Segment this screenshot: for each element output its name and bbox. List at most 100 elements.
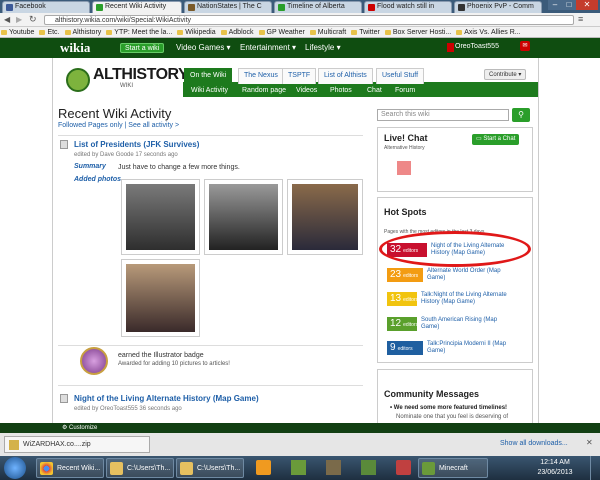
portrait-image [126, 184, 195, 250]
tab-the-nexus[interactable]: The Nexus [238, 68, 284, 84]
nav-entertainment[interactable]: Entertainment ▾ [240, 43, 296, 52]
app-icon[interactable] [396, 460, 411, 475]
tab-on-the-wiki[interactable]: On the Wiki [184, 68, 233, 84]
added-photo[interactable] [287, 179, 363, 255]
tab-label: NationStates | The C [197, 3, 262, 10]
clock-time[interactable]: 12:14 AM [525, 459, 585, 466]
hot-spot-link[interactable]: Alternate World Order (Map Game) [427, 268, 517, 282]
back-icon[interactable]: ◀ [4, 15, 10, 24]
badge-text: earned the Illustrator badge [118, 352, 204, 359]
page-edit-icon [60, 394, 68, 403]
activity-title-link[interactable]: List of Presidents (JFK Survives) [74, 140, 199, 149]
clock-date[interactable]: 23/06/2013 [525, 469, 585, 476]
subnav-chat[interactable]: Chat [367, 87, 382, 94]
subnav-videos[interactable]: Videos [296, 87, 317, 94]
nav-lifestyle[interactable]: Lifestyle ▾ [305, 43, 341, 52]
tab-flood-watch[interactable]: Flood watch still in [364, 1, 452, 13]
gear-icon: ⚙ [62, 425, 70, 431]
tab-label: Recent Wiki Activity [105, 3, 167, 10]
maximize-button[interactable]: □ [562, 0, 576, 10]
tab-phoenix-pvp[interactable]: Phoenix PvP - Comm [454, 1, 542, 13]
illustrator-badge-icon[interactable] [80, 347, 108, 375]
search-button[interactable]: ⚲ [512, 108, 530, 122]
taskbar-explorer-1[interactable]: C:\Users\Th... [106, 458, 174, 478]
bookmark-item[interactable]: Etc. [38, 27, 63, 37]
bookmark-item[interactable]: Wikipedia [176, 27, 219, 37]
subnav-forum[interactable]: Forum [395, 87, 415, 94]
reload-icon[interactable]: ↻ [29, 14, 37, 25]
bookmark-item[interactable]: GP Weather [258, 27, 309, 37]
portrait-image [126, 264, 195, 332]
close-window-button[interactable]: ✕ [576, 0, 598, 10]
download-item[interactable]: WiZARDHAX.co....zip [4, 436, 150, 453]
bookmark-item[interactable]: Twitter [350, 27, 384, 37]
username-link[interactable]: OreoToast555 [455, 43, 499, 50]
chat-user-avatar[interactable] [397, 161, 411, 175]
hot-spot-link[interactable]: Talk:Principia Moderni II (Map Game) [427, 341, 517, 355]
divider [58, 135, 363, 136]
nationstates-icon [188, 4, 195, 11]
tab-useful-stuff[interactable]: Useful Stuff [376, 68, 425, 84]
chat-subtitle: Alternative History [384, 145, 425, 151]
hot-spot-count: 9 editors [387, 341, 423, 355]
tab-recent-wiki-activity[interactable]: Recent Wiki Activity [92, 1, 182, 13]
althistory-globe-logo[interactable] [66, 68, 90, 92]
start-chat-button[interactable]: ▭ Start a Chat [472, 134, 520, 145]
activity-title-link[interactable]: Night of the Living Alternate History (M… [74, 394, 259, 403]
folder-icon [180, 462, 193, 475]
bookmark-item[interactable]: Althistory [64, 27, 106, 37]
media-player-icon[interactable] [256, 460, 271, 475]
bookmark-item[interactable]: Multicraft [309, 27, 350, 37]
minimize-button[interactable]: – [548, 0, 562, 10]
close-downloads-icon[interactable]: ✕ [586, 438, 593, 447]
minecraft-icon[interactable] [291, 460, 306, 475]
taskbar-chrome[interactable]: Recent Wiki... [36, 458, 104, 478]
nav-label: Entertainment [240, 43, 290, 52]
taskbar-explorer-2[interactable]: C:\Users\Th... [176, 458, 244, 478]
avatar[interactable] [447, 43, 454, 52]
tab-list-of-althists[interactable]: List of Althists [318, 68, 373, 84]
contribute-label: Contribute [489, 72, 517, 78]
menu-icon[interactable]: ≡ [578, 14, 583, 24]
start-wiki-button[interactable]: Start a wiki [120, 43, 165, 53]
show-all-downloads-link[interactable]: Show all downloads... [500, 440, 568, 447]
subnav-wiki-activity[interactable]: Wiki Activity [191, 87, 228, 94]
bookmark-item[interactable]: YTP: Meet the la... [105, 27, 176, 37]
community-message: • We need some more featured timelines! [390, 405, 508, 411]
minecraft-launcher-icon[interactable] [326, 460, 341, 475]
taskbar-minecraft[interactable]: Minecraft [418, 458, 488, 478]
show-desktop-button[interactable] [590, 456, 600, 480]
bookmark-item[interactable]: Box Server Hosti... [384, 27, 455, 37]
added-photo[interactable] [121, 179, 200, 255]
tab-timeline[interactable]: Timeline of Alberta [274, 1, 362, 13]
bookmark-item[interactable]: Youtube [0, 27, 38, 37]
server-icon[interactable] [361, 460, 376, 475]
search-input[interactable]: Search this wiki [377, 109, 509, 121]
portrait-image [209, 184, 278, 250]
wikia-logo[interactable]: wikia [60, 40, 90, 56]
activity-filter-links[interactable]: Followed Pages only | See all activity > [58, 122, 179, 129]
bookmark-item[interactable]: Adblock [220, 27, 258, 37]
customize-link[interactable]: ⚙ Customize [62, 424, 97, 431]
nav-video-games[interactable]: Video Games ▾ [176, 43, 231, 52]
forward-icon[interactable]: ▶ [16, 15, 22, 24]
notifications-icon[interactable]: ✉ [520, 41, 530, 51]
hot-spot-link[interactable]: South American Rising (Map Game) [421, 317, 511, 331]
bookmark-item[interactable]: Axis Vs. Allies R... [455, 27, 524, 37]
tab-nationstates[interactable]: NationStates | The C [184, 1, 272, 13]
address-input[interactable]: althistory.wikia.com/wiki/Special:WikiAc… [44, 15, 574, 25]
editor-count: 13 [390, 293, 402, 304]
editors-label: editors [403, 297, 419, 303]
tab-facebook[interactable]: Facebook [2, 1, 90, 13]
contribute-button[interactable]: Contribute ▾ [484, 69, 527, 80]
hot-spot-link[interactable]: Talk:Night of the Living Alternate Histo… [421, 292, 511, 306]
subnav-random-page[interactable]: Random page [242, 87, 286, 94]
taskbar-label: C:\Users\Th... [197, 465, 241, 472]
chrome-icon [40, 462, 53, 475]
wiki-wordmark[interactable]: ALTHISTORY [93, 66, 189, 84]
start-button[interactable] [4, 457, 26, 479]
added-photo[interactable] [204, 179, 283, 255]
tab-tsptf[interactable]: TSPTF [282, 68, 317, 84]
added-photo[interactable] [121, 259, 200, 337]
subnav-photos[interactable]: Photos [330, 87, 352, 94]
